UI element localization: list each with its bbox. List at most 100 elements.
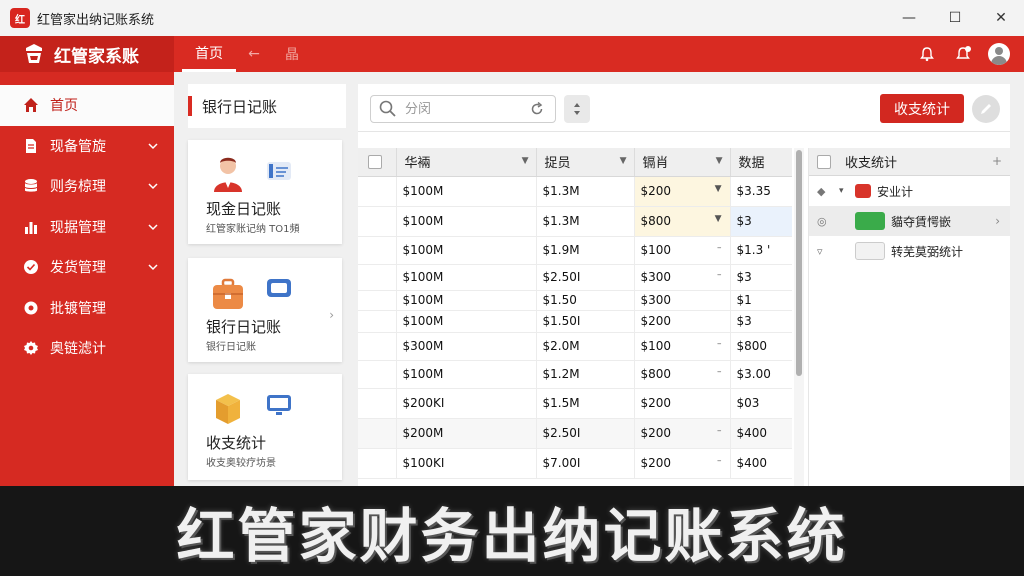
chevron-down-icon [148,183,158,190]
table-row[interactable]: $100M $2.50I $300 – $3 [358,264,792,291]
chevron-down-icon [148,142,158,149]
tree-item-label: 转芜莫弼统计 [891,244,964,259]
sidebar-item-batch[interactable]: 批镀管理 [0,288,174,329]
row-select-cell [358,176,397,207]
table-cell: $1.3 ' [730,236,792,265]
table-cell: $100M [396,290,537,311]
table-row[interactable]: $100M $1.50 $300 $1 [358,290,792,311]
card-subtitle: 红管家账记纳 TO1頻 [206,224,300,235]
sidebar-item-label: 则务椋理 [50,179,106,196]
sort-icon [574,103,580,115]
chevron-down-icon[interactable]: ▼ [715,214,722,224]
edit-button[interactable] [972,95,1000,123]
select-all-checkbox[interactable] [368,154,382,169]
table-cell: $1.50 [536,290,635,311]
table-cell: $100 – [634,332,731,361]
table-row[interactable]: $300M $2.0M $100 – $800 [358,332,792,361]
cell-value: $200 [640,456,672,470]
tab-home[interactable]: 首页 [182,36,236,72]
tree-item[interactable]: ▿ 转芜莫弼统计 [809,236,1010,266]
table-row[interactable]: $100M $1.3M $200 ▼ $3.35 [358,176,792,207]
row-select-cell [358,310,397,333]
table-row[interactable]: $200KI $1.5M $200 $03 [358,388,792,419]
sidebar-item-stats[interactable]: 奥链滤计 [0,328,174,369]
tab-third[interactable]: 晶 [272,36,312,72]
row-select-cell [358,290,397,311]
table-cell: $1.3M [536,176,635,207]
table-cell: $400 [730,448,792,479]
table-row[interactable]: $100M $1.2M $800 – $3.00 [358,360,792,389]
table-cell: $300 [634,290,731,311]
row-select-cell [358,388,397,419]
cell-value: $100 [640,339,672,353]
chevron-down-icon: ▼ [521,156,529,166]
minimize-button[interactable]: — [886,0,932,36]
column-header[interactable]: 捉员 ▼ [536,148,635,177]
tree-item[interactable]: ◆ ▾ 安业计 [809,176,1010,206]
sidebar-item-shipping[interactable]: 发货管理 [0,247,174,288]
app-window: 红 红管家出纳记账系统 — ☐ ✕ 红管家系账 首页 ← 晶 首页 现备管旋 则… [0,0,1024,576]
card-subtitle: 收支奥较疗坊景 [206,458,276,469]
table-row[interactable]: $100M $1.50I $200 $3 [358,310,792,333]
card-cash-journal[interactable]: 现金日记账 红管家账记纳 TO1頻 [188,140,342,244]
tree-item-label: 安业计 [877,184,914,199]
sort-button[interactable] [564,95,590,123]
sidebar-item-label: 发货管理 [50,260,106,277]
search-box [370,95,556,123]
bell-icon[interactable] [916,43,938,65]
gear-icon [22,299,40,317]
tree-item[interactable]: ◎ 貓夺賃愕嵌 › [809,206,1010,236]
table-cell: $100M [396,176,537,207]
column-header[interactable]: 镉肖 ▼ [634,148,731,177]
table-cell: $300M [396,332,537,361]
data-table: 华裲 ▼ 捉员 ▼ 镉肖 ▼ 数据 $100M $1.3M $200 ▼ $3.35 [358,148,792,486]
table-cell: $1.3M [536,206,635,237]
chevron-down-icon[interactable]: ▼ [715,184,722,194]
window-controls: — ☐ ✕ [886,0,1024,36]
maximize-button[interactable]: ☐ [932,0,978,36]
table-cell: $1.5M [536,388,635,419]
income-stats-button[interactable]: 收支统计 [880,94,964,123]
card-bank-journal[interactable]: 银行日记账 银行日记账 › [188,258,342,362]
stats-tree-panel: 收支统计 + ◆ ▾ 安业计 ◎ 貓夺賃愕嵌 › ▿ 转芜莫弼统计 [808,148,1010,486]
sidebar-item-label: 现据管理 [50,219,106,236]
avatar[interactable] [988,43,1010,65]
chevron-right-icon[interactable]: › [995,214,1000,228]
table-row[interactable]: $100M $1.3M $800 ▼ $3 [358,206,792,237]
notification-icon[interactable] [952,43,974,65]
sidebar-item-data[interactable]: 现据管理 [0,207,174,248]
app-logo-icon: 红 [10,8,30,28]
tab-back[interactable]: ← [240,36,268,72]
chevron-down-icon [148,264,158,271]
column-header[interactable]: 华裲 ▼ [396,148,537,177]
scrollbar-thumb[interactable] [796,150,802,376]
main-area: 银行日记账 现金日记账 红管家账记纳 TO1頻 银行日记账 银行日记账 › 收支… [174,72,1024,486]
sidebar-item-finance[interactable]: 则务椋理 [0,166,174,207]
chevron-down-icon[interactable]: ▾ [839,186,849,196]
search-input[interactable] [405,101,525,117]
tree-select-checkbox[interactable] [817,154,831,169]
cell-value: $200 [640,426,672,440]
table-cell: $400 [730,418,792,449]
dash-icon: – [717,339,722,349]
chevron-right-icon: › [329,308,334,322]
close-button[interactable]: ✕ [978,0,1024,36]
column-header[interactable]: 数据 [730,148,792,177]
add-icon[interactable]: + [992,154,1002,168]
cell-value: $300 [640,270,672,284]
table-row[interactable]: $200M $2.50I $200 – $400 [358,418,792,449]
row-select-cell [358,236,397,265]
vertical-scrollbar[interactable] [794,148,804,486]
table-row[interactable]: $100M $1.9M $100 – $1.3 ' [358,236,792,265]
settings-icon [22,339,40,357]
card-income-stats[interactable]: 收支统计 收支奥较疗坊景 [188,374,342,480]
sidebar-item-cash[interactable]: 现备管旋 [0,126,174,167]
column-header-label: 华裲 [404,156,431,172]
column-header-label: 数据 [738,156,765,172]
header-icons [916,36,1010,72]
table-row[interactable]: $100KI $7.00I $200 – $400 [358,448,792,479]
row-select-cell [358,360,397,389]
sidebar-item-home[interactable]: 首页 [0,85,174,126]
filter-icon: ▿ [817,244,823,258]
refresh-icon[interactable] [529,101,545,117]
